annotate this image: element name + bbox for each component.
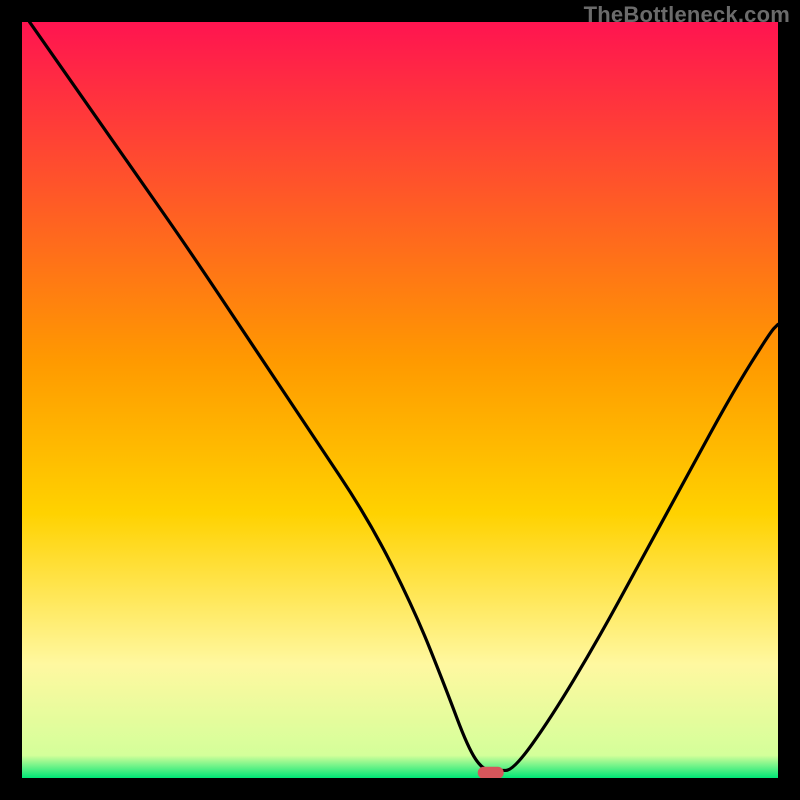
gradient-background xyxy=(22,22,778,778)
outer-frame: TheBottleneck.com xyxy=(0,0,800,800)
chart-svg xyxy=(22,22,778,778)
chart-plot-area xyxy=(22,22,778,778)
optimal-marker xyxy=(478,767,504,778)
